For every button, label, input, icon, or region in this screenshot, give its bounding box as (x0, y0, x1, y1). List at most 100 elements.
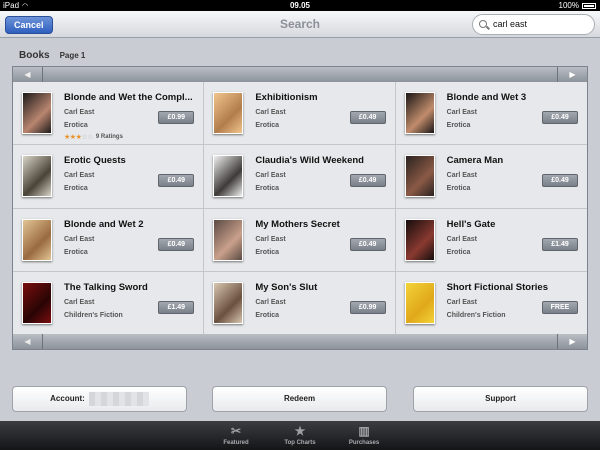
book-author: Carl East (446, 109, 478, 116)
book-category: Erotica (255, 185, 280, 193)
book-item[interactable]: Exhibitionism Carl East Erotica £0.49 (204, 82, 396, 146)
rating-row: ★★★☆☆ 9 Ratings (64, 133, 123, 141)
book-item[interactable]: Camera Man Carl East Erotica £0.49 (395, 145, 587, 209)
book-cover-image[interactable] (404, 155, 435, 198)
book-cover-image[interactable] (213, 92, 244, 134)
price-button[interactable]: £0.99 (158, 111, 195, 124)
book-cover-image[interactable] (22, 155, 52, 198)
battery-percent: 100% (558, 1, 579, 10)
star-icon: ★ (294, 424, 306, 438)
price-button[interactable]: £0.49 (541, 111, 578, 124)
book-item[interactable]: My Son's Slut Carl East Erotica £0.99 (204, 271, 396, 335)
book-item[interactable]: Short Fictional Stories Carl East Children… (395, 271, 587, 335)
page-indicator: Page 1 (59, 51, 86, 60)
book-cover-image[interactable] (213, 155, 244, 198)
book-title[interactable]: The Talking Sword (64, 282, 194, 293)
price-button[interactable]: FREE (541, 300, 578, 314)
search-input[interactable]: carl east (472, 14, 595, 35)
book-item[interactable]: Claudia's Wild Weekend Carl East Erotica £0… (204, 145, 396, 209)
rating-count: 9 Ratings (95, 134, 123, 140)
book-title[interactable]: Hell's Gate (447, 219, 577, 230)
book-category: Erotica (446, 122, 471, 129)
book-author: Carl East (255, 235, 286, 243)
book-item[interactable]: My Mothers Secret Carl East Erotica £0.49 (204, 208, 396, 272)
book-cover-image[interactable] (213, 218, 244, 261)
book-category: Erotica (255, 311, 280, 319)
book-title[interactable]: Blonde and Wet the Compl... (64, 92, 194, 103)
book-title[interactable]: Blonde and Wet 2 (64, 219, 194, 230)
book-category: Erotica (255, 122, 280, 129)
price-button[interactable]: £0.99 (349, 300, 386, 314)
redeem-button[interactable]: Redeem (212, 386, 387, 412)
book-title[interactable]: My Mothers Secret (255, 219, 385, 230)
search-icon (479, 20, 487, 28)
tab-purchases[interactable]: ▥ Purchases (334, 424, 394, 446)
book-category: Erotica (446, 248, 471, 256)
book-item[interactable]: Blonde and Wet 2 Carl East Erotica £0.49 (13, 208, 205, 272)
book-category: Erotica (64, 248, 88, 256)
purchases-icon: ▥ (358, 424, 370, 438)
book-category: Children's Fiction (64, 311, 123, 319)
book-cover-image[interactable] (22, 218, 52, 261)
book-category: Children's Fiction (446, 311, 506, 319)
section-header: Books Page 1 (19, 50, 85, 61)
tab-featured[interactable]: ✂ Featured (206, 424, 266, 446)
next-page-arrow-icon[interactable]: ▶ (557, 334, 587, 349)
book-title[interactable]: Claudia's Wild Weekend (255, 155, 385, 166)
price-button[interactable]: £0.49 (158, 237, 195, 251)
status-bar: iPad ◠ 09.05 100% (0, 0, 600, 11)
status-right: 100% (559, 1, 596, 10)
price-button[interactable]: £0.49 (541, 174, 578, 188)
book-author: Carl East (64, 172, 95, 180)
book-cover-image[interactable] (404, 281, 435, 324)
book-author: Carl East (255, 109, 286, 116)
account-label: Account: (50, 394, 85, 403)
book-title[interactable]: Erotic Quests (64, 155, 194, 166)
previous-page-arrow-icon[interactable]: ◀ (13, 334, 43, 349)
navigation-bar: Cancel Search carl east (0, 11, 600, 38)
price-button[interactable]: £1.49 (541, 237, 578, 251)
account-name-redacted (88, 391, 149, 406)
book-cover-image[interactable] (22, 281, 52, 324)
book-category: Erotica (446, 185, 471, 193)
book-author: Carl East (64, 235, 95, 243)
book-author: Carl East (446, 298, 478, 306)
tab-label: Top Charts (284, 440, 316, 446)
featured-icon: ✂ (230, 424, 242, 438)
book-cover-image[interactable] (404, 218, 435, 261)
book-title[interactable]: My Son's Slut (255, 282, 385, 293)
rating-stars: ★★★☆☆ (64, 133, 93, 141)
battery-icon (582, 2, 596, 9)
support-button[interactable]: Support (413, 386, 588, 412)
book-category: Erotica (64, 185, 88, 193)
book-item[interactable]: Hell's Gate Carl East Erotica £1.49 (395, 208, 587, 272)
book-cover-image[interactable] (213, 281, 244, 324)
book-cover-image[interactable] (22, 92, 52, 134)
book-title[interactable]: Exhibitionism (255, 92, 385, 103)
book-category: Erotica (64, 122, 88, 129)
price-button[interactable]: £1.49 (158, 300, 195, 314)
book-item[interactable]: Blonde and Wet the Compl... Carl East Erot… (13, 82, 205, 146)
pager-bar-bottom: ◀ ▶ (13, 334, 587, 349)
next-page-arrow-icon[interactable]: ▶ (557, 67, 587, 82)
book-category: Erotica (255, 248, 280, 256)
search-input-value: carl east (493, 19, 528, 29)
book-title[interactable]: Blonde and Wet 3 (447, 92, 577, 103)
book-item[interactable]: Blonde and Wet 3 Carl East Erotica £0.49 (395, 82, 587, 146)
tab-label: Featured (223, 440, 249, 446)
book-item[interactable]: Erotic Quests Carl East Erotica £0.49 (13, 145, 205, 209)
previous-page-arrow-icon[interactable]: ◀ (13, 67, 43, 82)
price-button[interactable]: £0.49 (158, 174, 195, 188)
account-button[interactable]: Account: (12, 386, 187, 412)
book-title[interactable]: Short Fictional Stories (447, 282, 577, 293)
tab-top-charts[interactable]: ★ Top Charts (270, 424, 330, 446)
book-author: Carl East (255, 172, 286, 180)
book-author: Carl East (446, 235, 478, 243)
book-title[interactable]: Camera Man (447, 155, 577, 166)
price-button[interactable]: £0.49 (349, 111, 386, 124)
status-time: 09.05 (289, 1, 311, 10)
book-cover-image[interactable] (404, 92, 435, 134)
book-item[interactable]: The Talking Sword Carl East Children's Fic… (13, 271, 205, 335)
price-button[interactable]: £0.49 (349, 174, 386, 188)
price-button[interactable]: £0.49 (349, 237, 386, 251)
